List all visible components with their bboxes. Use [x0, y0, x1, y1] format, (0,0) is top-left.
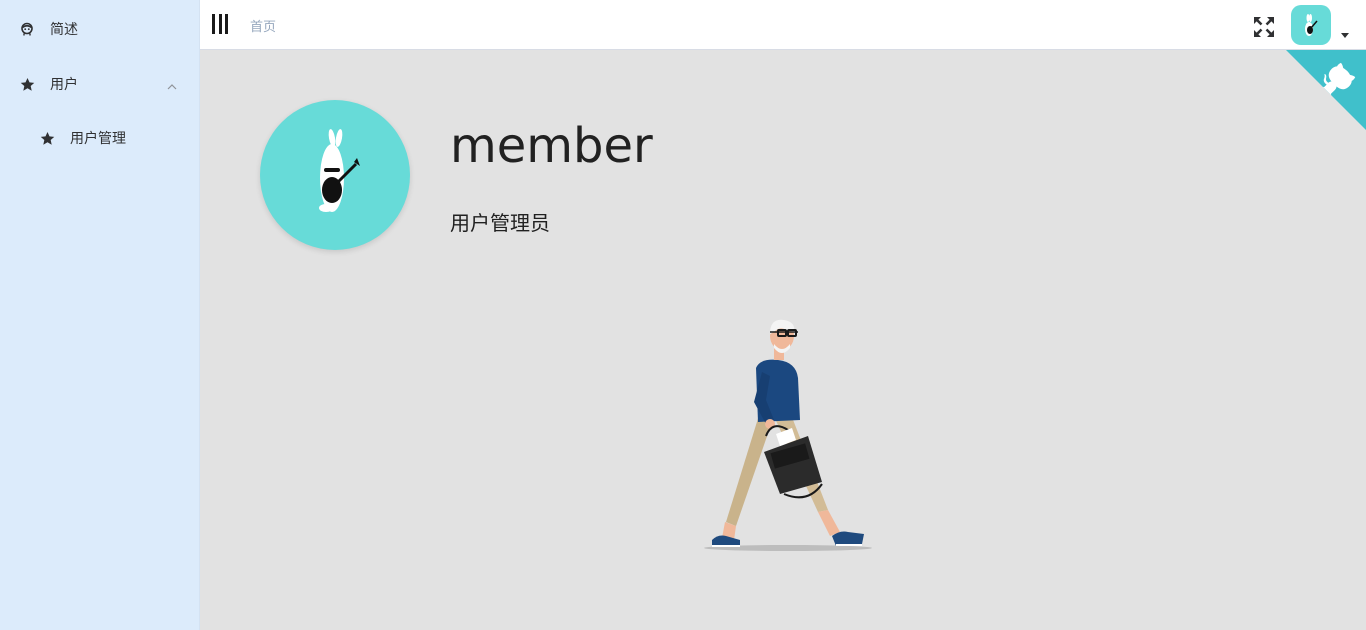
chevron-up-icon	[166, 78, 178, 90]
sidebar-item-user[interactable]: 用户	[0, 56, 199, 112]
sidebar-item-user-management[interactable]: 用户管理	[0, 110, 199, 166]
fullscreen-icon[interactable]	[1253, 16, 1275, 38]
profile-name: member	[450, 118, 653, 174]
sidebar-item-overview[interactable]: 简述	[0, 1, 199, 57]
breadcrumb[interactable]: 首页	[250, 16, 276, 35]
profile-role: 用户管理员	[450, 211, 550, 235]
navbar: 首页	[200, 0, 1366, 50]
chevron-down-icon[interactable]	[1341, 33, 1349, 38]
sidebar-item-label: 简述	[50, 22, 78, 38]
sidebar-item-label: 用户	[50, 77, 78, 93]
star-icon	[39, 130, 55, 146]
profile-avatar	[260, 100, 410, 250]
sidebar-item-label: 用户管理	[70, 131, 126, 147]
github-corner-icon[interactable]	[1286, 50, 1366, 130]
walking-man-illustration	[690, 312, 890, 557]
hamburger-icon[interactable]	[212, 14, 228, 34]
sidebar: 简述 用户 用户管理	[0, 0, 200, 630]
star-icon	[19, 76, 35, 92]
avatar[interactable]	[1291, 5, 1331, 45]
face-icon	[19, 21, 35, 37]
